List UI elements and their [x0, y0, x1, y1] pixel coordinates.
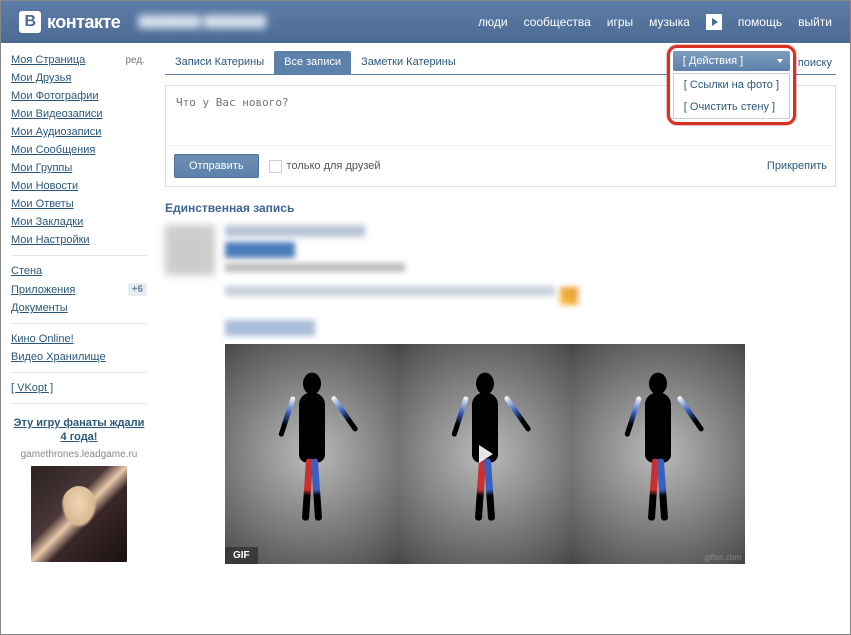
sidebar-item-cinema[interactable]: Кино Online!	[11, 333, 74, 345]
tab-all-posts[interactable]: Все записи	[274, 51, 351, 74]
actions-dropdown-wrap: [ Действия ] [ Ссылки на фото ] [ Очисти…	[667, 45, 796, 125]
header-username[interactable]: ████████ ████████	[138, 16, 266, 28]
sidebar-item-vkopt[interactable]: [ VKopt ]	[11, 382, 53, 394]
sidebar-item-answers[interactable]: Мои Ответы	[11, 198, 74, 210]
nav-communities[interactable]: сообщества	[524, 15, 591, 29]
top-header: В контакте ████████ ████████ люди сообще…	[1, 1, 850, 43]
gif-source: gifbin.com	[705, 553, 741, 562]
main-content: Записи Катерины Все записи Заметки Катер…	[151, 43, 850, 634]
gif-frame-2	[398, 344, 571, 564]
post-meta	[225, 263, 405, 272]
post-emoji	[560, 287, 578, 305]
submit-button[interactable]: Отправить	[174, 154, 259, 178]
logo[interactable]: В контакте	[19, 11, 120, 33]
sidebar-item-audio[interactable]: Мои Аудиозаписи	[11, 126, 101, 138]
apps-badge: +6	[128, 283, 147, 296]
dropdown-item-clear-wall[interactable]: [ Очистить стену ]	[674, 96, 789, 118]
post-body	[225, 225, 836, 310]
post-actions: Отправить только для друзей Прикрепить	[166, 145, 835, 186]
tab-user-posts[interactable]: Записи Катерины	[165, 51, 274, 74]
wall-section-title: Единственная запись	[165, 187, 836, 225]
gif-caption	[225, 320, 315, 336]
friends-only-label: только для друзей	[287, 160, 381, 172]
gif-badge: GIF	[225, 547, 258, 564]
actions-dropdown-button[interactable]: [ Действия ]	[673, 51, 790, 71]
sidebar-item-bookmarks[interactable]: Мои Закладки	[11, 216, 83, 228]
logo-text: контакте	[47, 12, 120, 33]
attach-link[interactable]: Прикрепить	[767, 160, 827, 172]
gif-player[interactable]: GIF gifbin.com	[225, 344, 745, 564]
post-badge	[225, 242, 295, 258]
post-text	[225, 286, 555, 296]
gif-frame-3	[572, 344, 745, 564]
sidebar-ad[interactable]: Эту игру фанаты ждали 4 года! gamethrone…	[11, 410, 147, 568]
friends-only-checkbox[interactable]: только для друзей	[269, 160, 381, 173]
gif-attachment: GIF gifbin.com	[225, 320, 836, 564]
wall-tabs: Записи Катерины Все записи Заметки Катер…	[165, 51, 836, 75]
sidebar-item-settings[interactable]: Мои Настройки	[11, 234, 90, 246]
sidebar-item-my-page[interactable]: Моя Страница	[11, 54, 85, 66]
nav-music[interactable]: музыка	[649, 15, 690, 29]
sidebar-item-videostore[interactable]: Видео Хранилище	[11, 351, 106, 363]
highlight-box: [ Действия ] [ Ссылки на фото ] [ Очисти…	[667, 45, 796, 125]
sidebar-item-groups[interactable]: Мои Группы	[11, 162, 72, 174]
sidebar-item-videos[interactable]: Мои Видеозаписи	[11, 108, 103, 120]
sidebar-item-news[interactable]: Мои Новости	[11, 180, 78, 192]
sidebar-item-wall[interactable]: Стена	[11, 265, 42, 277]
play-icon[interactable]	[706, 14, 722, 30]
ad-domain: gamethrones.leadgame.ru	[13, 449, 145, 460]
sidebar-item-friends[interactable]: Мои Друзья	[11, 72, 71, 84]
logo-icon: В	[19, 11, 41, 33]
ad-title: Эту игру фанаты ждали 4 года!	[13, 416, 145, 445]
wall-post	[165, 225, 836, 310]
checkbox-icon	[269, 160, 282, 173]
to-search-link[interactable]: к поиску	[790, 57, 836, 69]
sidebar-item-documents[interactable]: Документы	[11, 302, 68, 314]
sidebar-item-messages[interactable]: Мои Сообщения	[11, 144, 95, 156]
edit-tag[interactable]: ред.	[123, 55, 147, 66]
nav-people[interactable]: люди	[478, 15, 507, 29]
sidebar-item-apps[interactable]: Приложения	[11, 284, 75, 296]
gif-frame-1	[225, 344, 398, 564]
nav-help[interactable]: помощь	[738, 15, 782, 29]
play-overlay-icon	[471, 440, 499, 468]
nav-logout[interactable]: выйти	[798, 15, 832, 29]
post-author[interactable]	[225, 225, 365, 237]
sidebar-item-photos[interactable]: Мои Фотографии	[11, 90, 98, 102]
actions-dropdown-menu: [ Ссылки на фото ] [ Очистить стену ]	[673, 73, 790, 119]
ad-image	[31, 466, 127, 562]
left-sidebar: Моя Страница ред. Мои Друзья Мои Фотограф…	[1, 43, 151, 634]
dropdown-item-photo-links[interactable]: [ Ссылки на фото ]	[674, 74, 789, 96]
post-avatar[interactable]	[165, 225, 215, 275]
header-nav: люди сообщества игры музыка помощь выйти	[478, 14, 832, 30]
nav-games[interactable]: игры	[607, 15, 633, 29]
tab-notes[interactable]: Заметки Катерины	[351, 51, 466, 74]
